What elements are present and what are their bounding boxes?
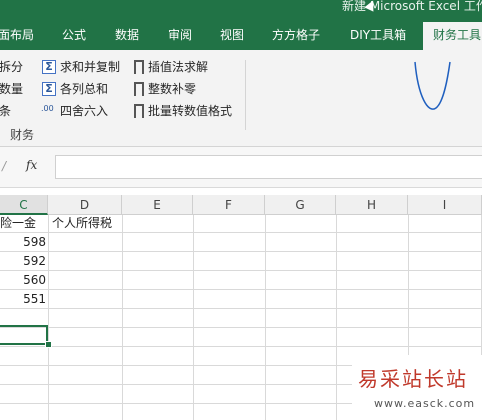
ribbon-tab-bar: 面布局 公式 数据 审阅 视图 方方格子 DIY工具箱 财务工具 (0, 22, 482, 50)
round-icon: .00 (41, 104, 54, 113)
cell-d1[interactable]: 个人所得税 (52, 214, 112, 233)
watermark-text: 易采站长站 (358, 367, 468, 391)
insert-function-button[interactable]: fx (26, 158, 37, 172)
column-header-g[interactable]: G (265, 195, 336, 215)
ribbon-quantity-button[interactable]: 数量 (0, 80, 23, 98)
tab-data[interactable]: 数据 (115, 22, 139, 50)
gridline (193, 215, 194, 420)
formula-input[interactable] (55, 155, 482, 179)
gridline (48, 215, 49, 420)
gridline (0, 308, 482, 309)
integer-pad-zero-button[interactable]: 整数补零 (148, 80, 196, 98)
gridline (265, 215, 266, 420)
column-header-d[interactable]: D (48, 195, 122, 215)
watermark: 易采站长站 www.easck.com (352, 355, 482, 420)
cancel-edit-icon[interactable]: / (2, 159, 6, 173)
gridline (336, 215, 337, 420)
bookmark-icon (134, 60, 144, 76)
bookmark-icon (134, 104, 144, 120)
tab-view[interactable]: 视图 (220, 22, 244, 50)
cell-c3[interactable]: 592 (0, 252, 46, 271)
tab-fangfang-gezi[interactable]: 方方格子 (272, 22, 320, 50)
tab-formulas[interactable]: 公式 (62, 22, 86, 50)
column-header-c[interactable]: C (0, 195, 48, 215)
annotation-curve (414, 61, 451, 110)
gridline (0, 251, 482, 252)
gridline (0, 346, 482, 347)
gridline (0, 289, 482, 290)
column-header-f[interactable]: F (193, 195, 265, 215)
title-bar: 新建 Microsoft Excel 工作表 (0, 0, 482, 22)
ribbon-split-button[interactable]: 拆分 (0, 58, 23, 76)
ribbon-divider (245, 60, 246, 130)
ribbon-panel: 拆分 数量 条 Σ 求和并复制 Σ 各列总和 .00 四舍六入 插值法求解 整数… (0, 50, 482, 147)
formula-bar: / fx (0, 147, 482, 188)
active-cell-selection[interactable] (0, 325, 48, 345)
column-header-i[interactable]: I (408, 195, 482, 215)
ribbon-item-button[interactable]: 条 (0, 102, 11, 120)
window-title: 新建 Microsoft Excel 工作表 (342, 0, 482, 13)
sum-and-copy-button[interactable]: 求和并复制 (60, 58, 120, 76)
sigma-icon: Σ (42, 82, 56, 96)
gridline (0, 327, 482, 328)
ribbon-group-label: 财务 (10, 128, 35, 142)
cell-c4[interactable]: 560 (0, 271, 46, 290)
cell-c1[interactable]: 险一金 (0, 214, 36, 233)
column-header-h[interactable]: H (336, 195, 408, 215)
round-half-even-button[interactable]: 四舍六入 (60, 102, 108, 120)
gridline (0, 270, 482, 271)
gridline (122, 215, 123, 420)
batch-to-number-button[interactable]: 批量转数值格式 (148, 102, 232, 120)
column-totals-button[interactable]: 各列总和 (60, 80, 108, 98)
interpolation-solve-button[interactable]: 插值法求解 (148, 58, 208, 76)
tab-finance-tools[interactable]: 财务工具 (423, 22, 482, 50)
cell-c5[interactable]: 551 (0, 290, 46, 309)
bookmark-icon (134, 82, 144, 98)
cell-c2[interactable]: 598 (0, 233, 46, 252)
watermark-url: www.easck.com (374, 397, 476, 410)
sigma-icon: Σ (42, 60, 56, 74)
tab-diy-toolbox[interactable]: DIY工具箱 (350, 22, 406, 50)
tab-review[interactable]: 审阅 (168, 22, 192, 50)
column-header-e[interactable]: E (122, 195, 193, 215)
tab-page-layout[interactable]: 面布局 (0, 22, 34, 50)
fill-handle[interactable] (45, 341, 52, 348)
